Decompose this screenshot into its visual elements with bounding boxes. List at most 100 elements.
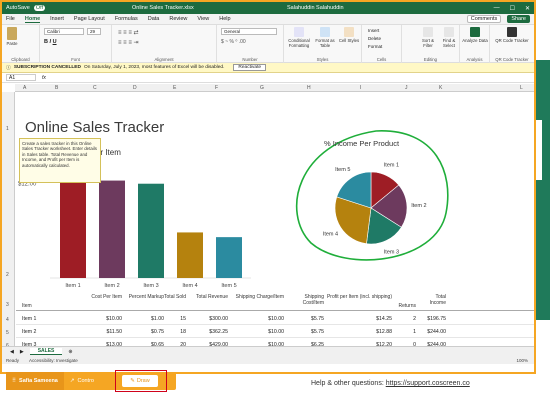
row-header[interactable]: 4 [6, 317, 9, 323]
worksheet-grid[interactable]: A B C D E F G H I J K L 1 2 3 4 5 6 Onli… [2, 84, 534, 346]
table-cell[interactable]: $12.88 [324, 329, 392, 335]
share-button[interactable]: Share [507, 15, 530, 23]
table-cell[interactable]: Item 2 [22, 329, 62, 335]
analyze-data-button[interactable]: Analyze Data [462, 27, 488, 43]
tab-home[interactable]: Home [24, 16, 41, 23]
table-cell[interactable]: 18 [164, 329, 186, 335]
col-header[interactable]: H [307, 85, 311, 91]
fx-icon[interactable]: fx [42, 75, 46, 81]
tab-insert[interactable]: Insert [50, 16, 64, 22]
control-button[interactable]: ↗ Contro [64, 372, 100, 390]
cell-styles-button[interactable]: Cell Styles [338, 27, 360, 43]
table-cell[interactable]: $11.50 [84, 329, 122, 335]
tab-view[interactable]: View [197, 16, 209, 22]
col-header[interactable]: K [439, 85, 442, 91]
autosave-toggle[interactable]: Off [33, 5, 46, 11]
table-cell[interactable]: $362.25 [186, 329, 228, 335]
bold-icon[interactable]: B I U [44, 39, 57, 45]
table-cell[interactable]: 15 [164, 316, 186, 322]
align-icons-2[interactable]: ≡ ≡ ≡ ⇥ [118, 39, 139, 46]
row-header[interactable]: 3 [6, 302, 9, 308]
font-size-combo[interactable]: 29 [87, 28, 101, 35]
table-cell[interactable]: $196.75 [422, 316, 446, 322]
find-select-button[interactable]: Find & Select [439, 27, 459, 48]
table-cell[interactable]: $244.00 [422, 329, 446, 335]
reactivate-button[interactable]: Reactivate [233, 64, 267, 71]
align-icons[interactable]: ≡ ≡ ≡ ⇄ [118, 29, 139, 36]
bar-1[interactable] [60, 182, 86, 278]
header-returns[interactable]: Returns [392, 303, 416, 309]
tab-help[interactable]: Help [219, 16, 230, 22]
qr-code-tracker-button[interactable]: QR Code Tracker [494, 27, 530, 43]
col-header[interactable]: J [405, 85, 408, 91]
bar-3[interactable] [138, 183, 164, 278]
tab-page-layout[interactable]: Page Layout [74, 16, 105, 22]
bar-4[interactable] [177, 232, 203, 278]
help-link[interactable]: https://support.coscreen.co [386, 380, 470, 387]
bar-2[interactable] [99, 180, 125, 278]
table-cell[interactable]: 1 [392, 329, 416, 335]
sort-filter-button[interactable]: Sort & Filter [418, 27, 438, 48]
tab-formulas[interactable]: Formulas [115, 16, 138, 22]
table-cell[interactable]: 2 [392, 316, 416, 322]
col-header[interactable]: F [215, 85, 218, 91]
comments-button[interactable]: Comments [466, 15, 502, 23]
bar-5[interactable] [216, 237, 242, 278]
add-sheet-icon[interactable]: ⊕ [68, 349, 72, 355]
col-header[interactable]: I [360, 85, 361, 91]
col-header[interactable]: C [93, 85, 97, 91]
header-sold[interactable]: Total Sold [164, 294, 186, 300]
table-cell[interactable]: $10.00 [84, 316, 122, 322]
accessibility-status[interactable]: Accessibility: Investigate [29, 358, 78, 363]
col-header[interactable]: A [23, 85, 26, 91]
header-cost[interactable]: Cost Per Item [84, 294, 122, 300]
col-header[interactable]: E [173, 85, 176, 91]
draw-button[interactable]: ✎ Draw [122, 375, 158, 387]
table-cell[interactable]: Item 1 [22, 316, 62, 322]
number-format-icons[interactable]: $ ~ % ⁰ .00 [221, 39, 246, 45]
minimize-icon[interactable]: — [494, 5, 500, 12]
format-as-table-button[interactable]: Format as Table [314, 27, 336, 48]
delete-button[interactable]: Delete [368, 36, 381, 41]
row-header[interactable]: 5 [6, 330, 9, 336]
close-icon[interactable]: ✕ [525, 5, 530, 12]
nav-left-icon[interactable]: ◀ [10, 349, 14, 355]
header-markup[interactable]: Percent Markup [122, 294, 164, 300]
tab-review[interactable]: Review [169, 16, 187, 22]
table-cell[interactable]: $0.75 [122, 329, 164, 335]
col-header[interactable]: G [260, 85, 264, 91]
col-header[interactable]: D [133, 85, 137, 91]
table-cell[interactable]: $10.00 [234, 316, 284, 322]
table-cell[interactable]: $5.75 [284, 316, 324, 322]
user-chip[interactable]: ⠿ Safia Sameena [6, 372, 64, 390]
row-header[interactable]: 2 [6, 272, 9, 278]
table-cell[interactable]: $10.00 [234, 329, 284, 335]
tab-data[interactable]: Data [148, 16, 160, 22]
nav-right-icon[interactable]: ▶ [20, 349, 24, 355]
header-profit[interactable]: Profit per Item (incl. shipping) [324, 294, 392, 300]
row-header[interactable]: 1 [6, 126, 9, 132]
header-shipping-charge[interactable]: Shipping Charge/Item [234, 294, 284, 300]
insert-button[interactable]: Insert [368, 28, 379, 33]
header-shipping-cost[interactable]: Shipping Cost/Item [284, 294, 324, 306]
tab-file[interactable]: File [6, 16, 15, 22]
table-cell[interactable]: $5.75 [284, 329, 324, 335]
header-revenue[interactable]: Total Revenue [186, 294, 228, 300]
font-name-combo[interactable]: Calibri [44, 28, 84, 35]
header-income[interactable]: Total Income [422, 294, 446, 306]
col-header[interactable]: L [520, 85, 523, 91]
table-cell[interactable]: $1.00 [122, 316, 164, 322]
maximize-icon[interactable]: ☐ [510, 5, 515, 12]
sheet-tab-sales[interactable]: SALES [29, 348, 63, 355]
format-button[interactable]: Format [368, 44, 382, 49]
paste-button[interactable]: Paste [5, 27, 19, 46]
table-cell[interactable]: $300.00 [186, 316, 228, 322]
header-item[interactable]: Item [22, 303, 32, 309]
col-header[interactable]: B [55, 85, 58, 91]
qr-code-tracker-label: QR Code Tracker [495, 38, 529, 43]
name-box[interactable]: A1 [6, 74, 36, 81]
table-cell[interactable]: $14.25 [324, 316, 392, 322]
zoom-level[interactable]: 100% [516, 358, 528, 363]
number-format-combo[interactable]: General [221, 28, 277, 35]
conditional-formatting-button[interactable]: Conditional Formatting [286, 27, 312, 48]
